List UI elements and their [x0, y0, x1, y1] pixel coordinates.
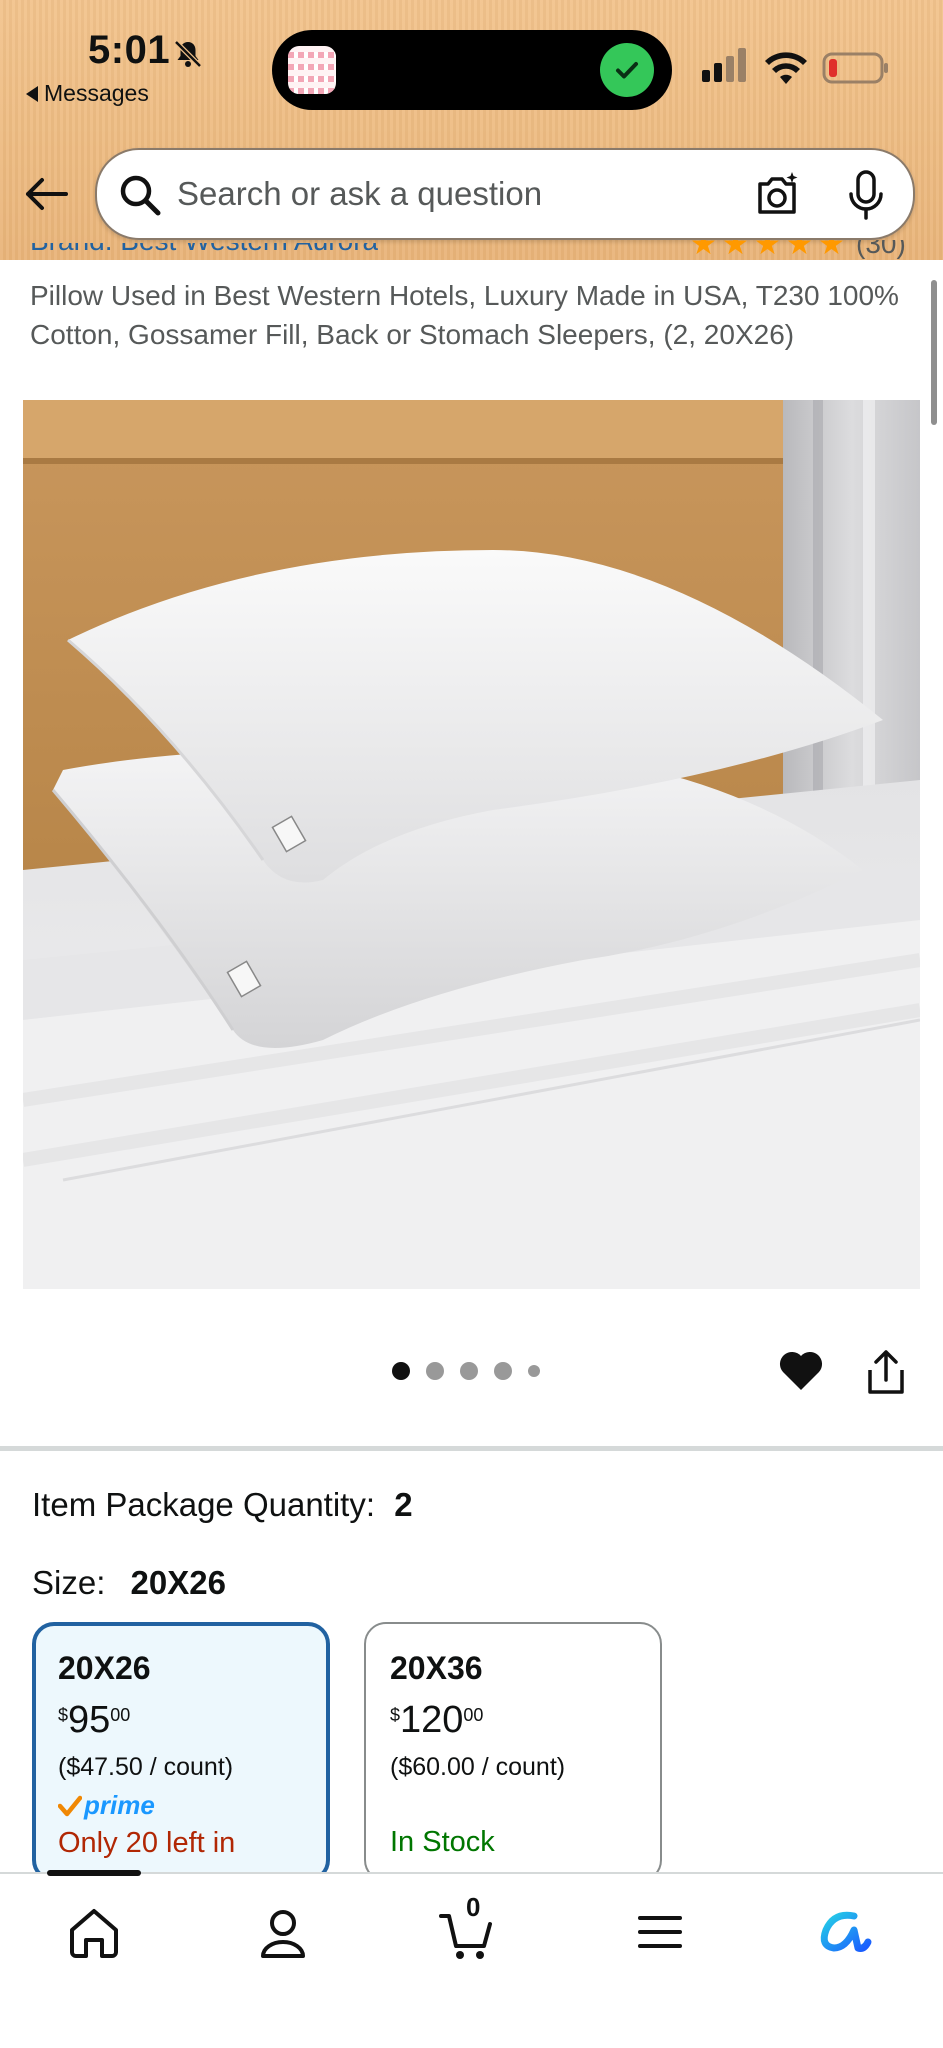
- back-triangle-icon: [26, 85, 38, 102]
- star-icon: ★: [818, 240, 845, 261]
- cart-count: 0: [466, 1892, 481, 1922]
- stock-status: Only 20 left in: [58, 1827, 236, 1859]
- wifi-icon: [765, 52, 807, 84]
- carousel-dot[interactable]: [494, 1362, 512, 1380]
- size-option-name: 20X36: [390, 1650, 483, 1686]
- size-option-price: $ 120 00: [390, 1699, 484, 1741]
- size-option-price: $ 95 00: [58, 1699, 131, 1741]
- share-icon[interactable]: [864, 1348, 908, 1396]
- section-divider: [0, 1446, 943, 1451]
- star-icon: ★: [722, 240, 749, 261]
- scroll-indicator: [931, 280, 937, 425]
- rufus-icon[interactable]: [814, 1902, 874, 1962]
- product-title: Pillow Used in Best Western Hotels, Luxu…: [30, 280, 899, 350]
- brand-link[interactable]: Brand: Best Western Aurora: [30, 243, 378, 265]
- unit-price: ($60.00 / count): [390, 1753, 566, 1781]
- search-input[interactable]: Search or ask a question: [95, 148, 915, 240]
- star-icon: ★: [786, 240, 813, 261]
- size-value: 20X26: [130, 1564, 226, 1601]
- carousel-dot[interactable]: [460, 1362, 478, 1380]
- star-icon: ★: [754, 240, 781, 261]
- stock-status: In Stock: [390, 1826, 495, 1858]
- pillows-photo: [23, 400, 920, 1289]
- prime-badge: prime: [58, 1790, 304, 1821]
- search-placeholder: Search or ask a question: [177, 175, 543, 212]
- status-time: 5:01: [88, 28, 171, 72]
- app-thumbnail-icon: [288, 46, 336, 94]
- carousel-dot-active[interactable]: [392, 1362, 410, 1380]
- rating-stars[interactable]: ★ ★ ★ ★ ★ (30): [690, 240, 906, 262]
- star-icon: ★: [690, 240, 717, 261]
- unit-price: ($47.50 / count): [58, 1753, 234, 1781]
- product-image[interactable]: [23, 400, 920, 1289]
- camera-search-icon[interactable]: [752, 170, 802, 220]
- cart-tab[interactable]: 0: [438, 1892, 498, 1962]
- home-icon[interactable]: [64, 1902, 124, 1962]
- size-option-20x26[interactable]: 20X26 $ 95 00 ($47.50 / count) prime Onl…: [32, 1622, 330, 1882]
- microphone-icon[interactable]: [845, 168, 887, 222]
- menu-icon[interactable]: [630, 1902, 690, 1962]
- size-label: Size:: [32, 1564, 106, 1601]
- checkmark-icon: [600, 43, 654, 97]
- battery-low-icon: [822, 52, 888, 84]
- carousel-dot[interactable]: [528, 1365, 540, 1377]
- dynamic-island: [272, 30, 672, 110]
- rating-count: (30): [856, 240, 906, 259]
- carousel-dot[interactable]: [426, 1362, 444, 1380]
- package-quantity-label: Item Package Quantity:: [32, 1486, 376, 1523]
- size-option-name: 20X26: [58, 1650, 151, 1686]
- bell-slash-icon: [174, 40, 202, 68]
- back-to-messages-link[interactable]: Messages: [26, 80, 149, 107]
- back-arrow-icon[interactable]: [22, 170, 70, 218]
- size-selection: Size: 20X26: [32, 1564, 226, 1602]
- package-quantity-value: 2: [394, 1486, 413, 1523]
- package-quantity: Item Package Quantity: 2: [32, 1486, 413, 1524]
- cellular-signal-icon: [702, 48, 746, 82]
- prime-check-icon: [58, 1795, 82, 1816]
- search-icon: [120, 175, 161, 216]
- account-icon[interactable]: [253, 1902, 313, 1962]
- tab-indicator: [47, 1870, 141, 1876]
- app-header: 5:01 Messages Search or ask a question: [0, 0, 943, 260]
- search-row: Search or ask a question: [0, 148, 943, 248]
- back-app-label: Messages: [44, 80, 149, 106]
- bottom-tab-bar: 0: [0, 1870, 943, 2048]
- size-option-20x36[interactable]: 20X36 $ 120 00 ($60.00 / count) In Stock: [364, 1622, 662, 1882]
- image-carousel-dots[interactable]: [392, 1362, 540, 1380]
- heart-icon[interactable]: [778, 1348, 824, 1392]
